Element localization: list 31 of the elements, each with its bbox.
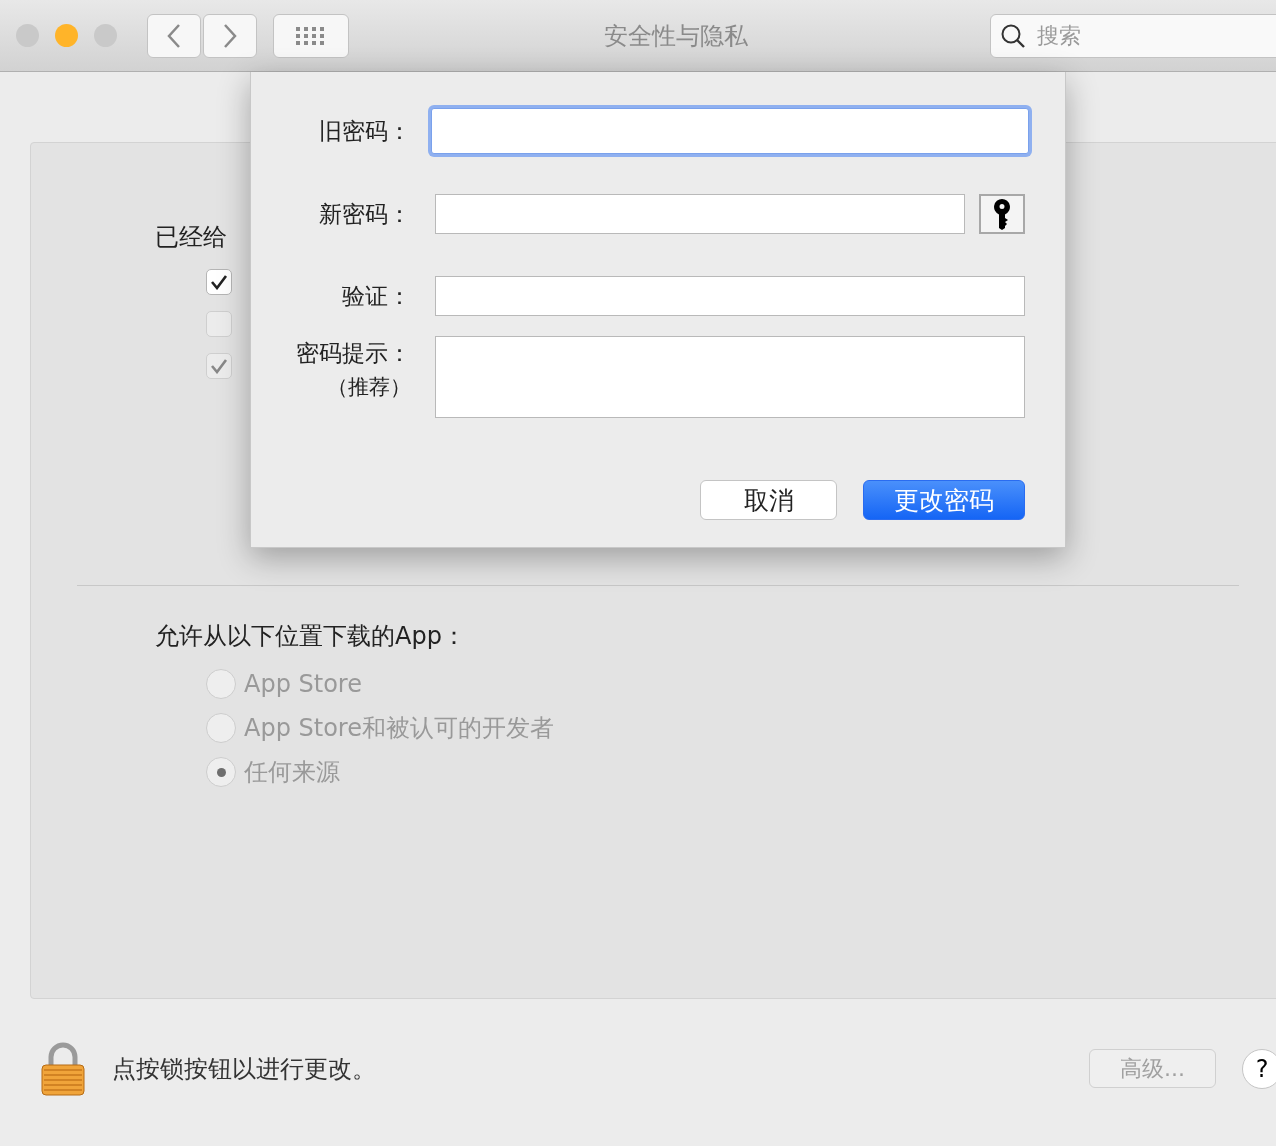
search-icon [1000, 22, 1026, 49]
field-note: （推荐） [327, 374, 411, 401]
field-label: 验证： [342, 282, 411, 311]
password-field[interactable] [435, 276, 1025, 316]
window-button[interactable] [55, 24, 78, 47]
cancel-button[interactable]: 取消 [700, 480, 837, 520]
field-label: 密码提示： [296, 339, 411, 368]
chevron-left-icon [167, 22, 181, 49]
confirm-button[interactable]: 更改密码 [863, 480, 1025, 520]
hint-field[interactable] [435, 336, 1025, 418]
forward-button[interactable] [203, 13, 257, 58]
back-button[interactable] [147, 13, 201, 58]
checkmark-icon [210, 358, 228, 374]
help-button[interactable]: ? [1242, 1048, 1276, 1089]
window-title: 安全性与隐私 [602, 20, 749, 52]
chevron-right-icon [223, 22, 237, 49]
padlock-icon[interactable] [40, 1040, 86, 1097]
password-field[interactable] [431, 108, 1029, 154]
field-label: 旧密码： [319, 117, 411, 146]
password-field[interactable] [435, 194, 965, 234]
checkbox[interactable] [206, 269, 232, 295]
key-icon [993, 198, 1011, 230]
show-all-button[interactable] [273, 13, 349, 58]
grid-icon [296, 26, 326, 45]
checkmark-icon [210, 274, 228, 290]
key-button[interactable] [979, 194, 1025, 234]
field-label: 新密码： [319, 200, 411, 229]
search-field[interactable]: 搜索 [990, 13, 1276, 58]
section-heading: 已经给 [155, 222, 228, 253]
section-heading: 允许从以下位置下载的App： [155, 621, 467, 652]
lock-note: 点按锁按钮以进行更改。 [112, 1053, 377, 1085]
